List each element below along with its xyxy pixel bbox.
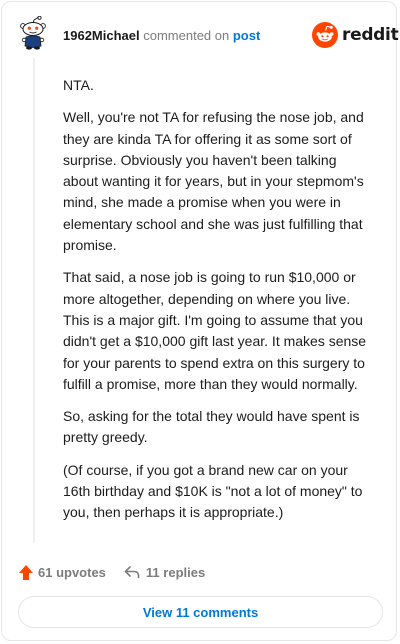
view-comments-button[interactable]: View 11 comments: [18, 596, 383, 628]
reddit-brand[interactable]: reddit: [312, 22, 399, 48]
post-link[interactable]: post: [233, 28, 260, 43]
author-name[interactable]: 1962Michael: [63, 28, 140, 43]
comment-paragraph: NTA.: [63, 77, 94, 93]
comment-paragraph: Well, you're not TA for refusing the nos…: [63, 109, 364, 254]
comment-card: 1962Michael commented on post reddit NTA…: [1, 1, 399, 641]
comment-paragraph: So, asking for the total they would have…: [63, 408, 360, 446]
comment-body: NTA. Well, you're not TA for refusing th…: [63, 75, 373, 535]
reply-arrow-icon: [124, 566, 140, 579]
comment-paragraph: That said, a nose job is going to run $1…: [63, 269, 367, 392]
replies-button[interactable]: 11 replies: [124, 565, 205, 580]
reddit-logo-icon: [312, 22, 338, 48]
upvote-count: 61 upvotes: [38, 564, 106, 580]
comment-paragraph: (Of course, if you got a brand new car o…: [63, 461, 363, 521]
upvote-button[interactable]: 61 upvotes: [18, 564, 106, 581]
comment-header: 1962Michael commented on post reddit: [2, 2, 399, 64]
comment-footer: 61 upvotes 11 replies: [18, 560, 205, 584]
reply-count: 11 replies: [145, 564, 206, 580]
upvote-arrow-icon: [19, 564, 33, 580]
comment-action-text: commented on: [143, 28, 230, 43]
thread-line[interactable]: [33, 58, 35, 543]
author-line: 1962Michael commented on post: [63, 28, 260, 44]
brand-wordmark: reddit: [342, 25, 399, 45]
snoo-avatar-icon[interactable]: [18, 15, 48, 50]
